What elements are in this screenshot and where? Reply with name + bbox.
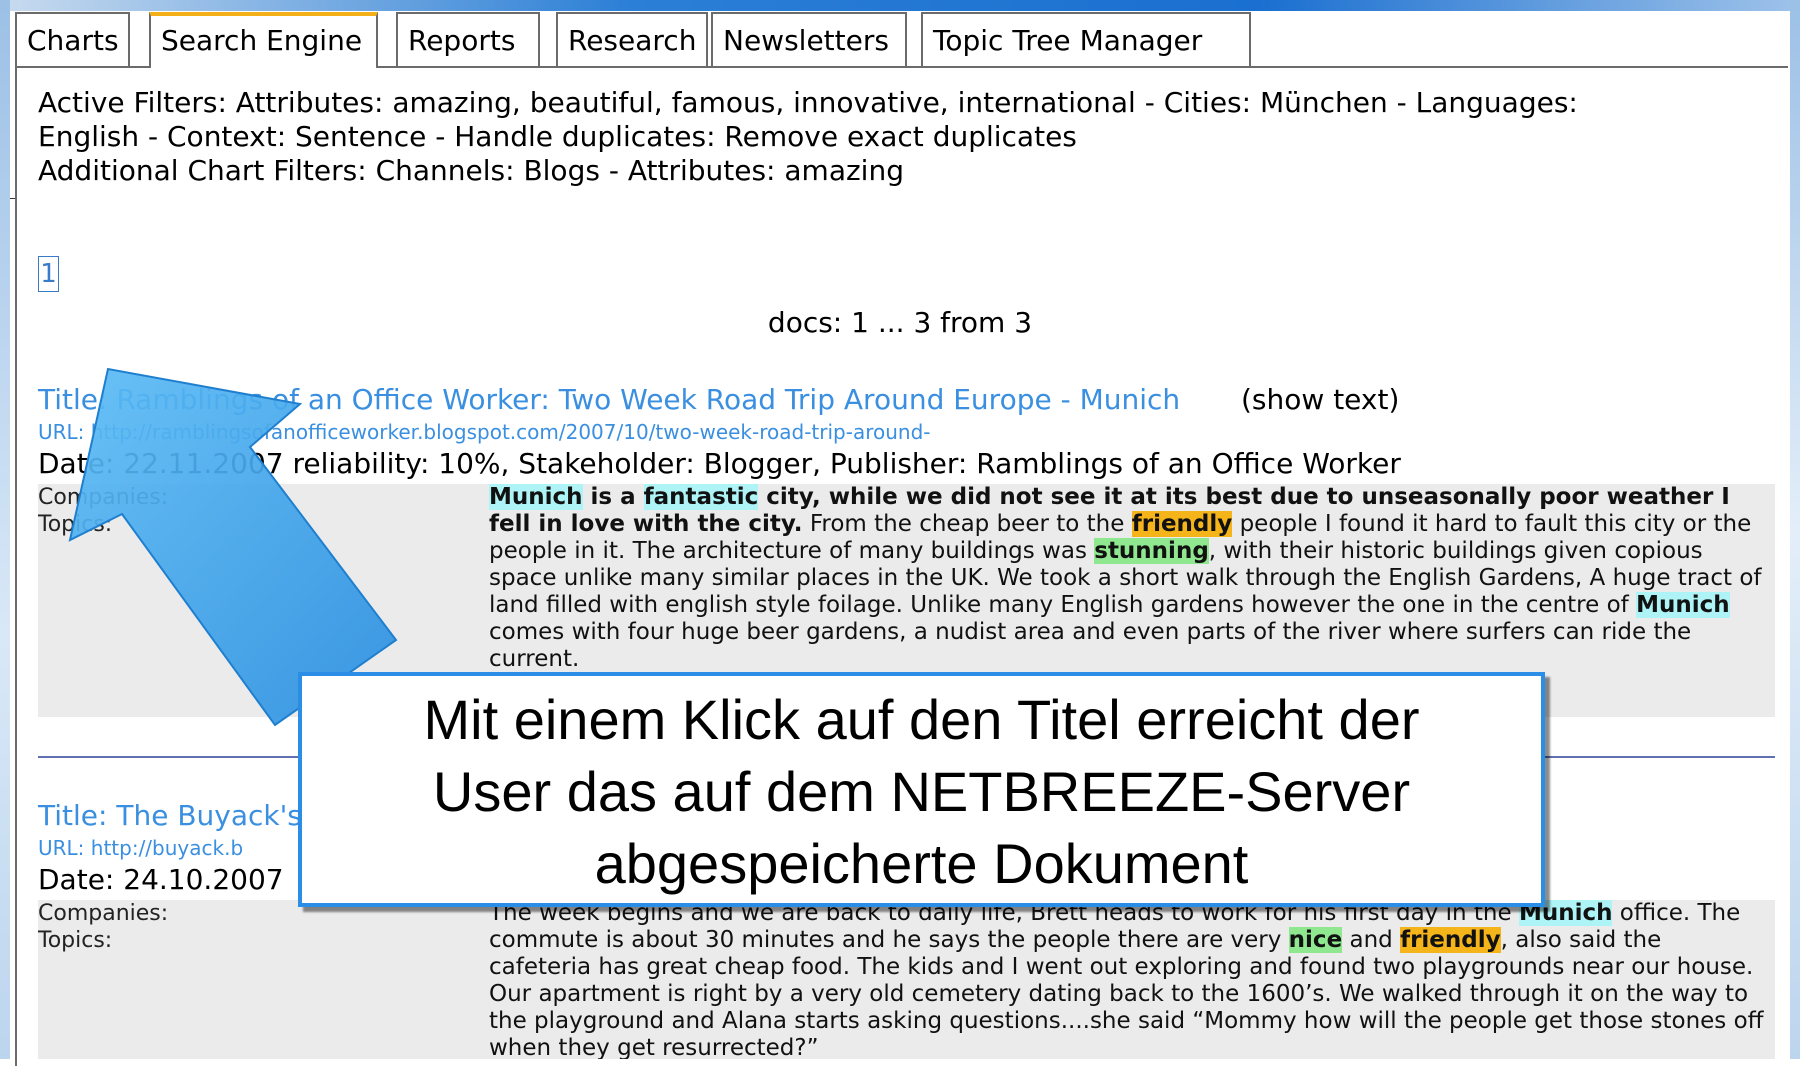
tab-reports[interactable]: Reports [396,12,540,66]
topics-label: Topics: [38,928,113,953]
attribute-highlight: stunning [1094,538,1209,564]
window-top-accent [0,0,1800,11]
page-link[interactable]: 1 [38,256,59,292]
doc-labels: Companies: Topics: [38,484,168,538]
tab-newsletters[interactable]: Newsletters [711,12,907,66]
filters-line-2: English - Context: Sentence - Handle dup… [38,120,1077,153]
doc-snippet: The week begins and we are back to daily… [489,900,1769,1059]
topics-label: Topics: [38,512,113,537]
companies-label: Companies: [38,485,169,510]
tab-search-engine[interactable]: Search Engine [149,12,378,66]
doc-meta: Date: 22.11.2007 reliability: 10%, Stake… [38,447,1401,480]
doc-title-link[interactable]: Title: Ramblings of an Office Worker: Tw… [38,383,1180,416]
active-filters: Active Filters: Attributes: amazing, bea… [38,86,1758,188]
snippet-text: From the cheap beer to the [802,511,1132,537]
annotation-callout: Mit einem Klick auf den Titel erreicht d… [298,672,1545,907]
attribute-highlight: friendly [1131,511,1233,537]
keyword-highlight: Munich [1636,592,1730,618]
callout-line-1: Mit einem Klick auf den Titel erreicht d… [423,688,1420,751]
show-text-link[interactable]: (show text) [1241,383,1399,416]
tab-research[interactable]: Research [556,12,708,66]
callout-line-3: abgespeicherte Dokument [594,832,1249,895]
keyword-highlight: Munich [489,484,583,510]
companies-label: Companies: [38,901,169,926]
attribute-highlight: friendly [1400,927,1501,953]
snippet-text: and [1342,927,1401,953]
attribute-highlight: nice [1288,927,1343,953]
doc-title-link[interactable]: Title: The Buyack's [38,799,302,832]
filters-line-3: Additional Chart Filters: Channels: Blog… [38,154,904,187]
callout-line-2: User das auf dem NETBREEZE-Server [432,760,1411,823]
snippet-text: is a [582,484,644,510]
window-right-edge [1790,0,1800,1059]
snippet-text: comes with four huge beer gardens, a nud… [489,619,1692,672]
window-left-edge [0,0,10,1059]
tab-topic-tree-manager[interactable]: Topic Tree Manager [921,12,1251,66]
docs-count: docs: 1 ... 3 from 3 [767,306,1033,339]
doc-meta: Date: 24.10.2007 [38,863,284,896]
keyword-highlight: fantastic [643,484,759,510]
doc-url-link[interactable]: URL: http://ramblingsofanofficeworker.bl… [38,420,930,444]
doc-snippet: Munich is a fantastic city, while we did… [489,484,1769,673]
active-tab-gap [151,66,376,69]
filters-line-1: Active Filters: Attributes: amazing, bea… [38,86,1578,119]
doc-labels: Companies: Topics: [38,900,168,954]
doc-url-link[interactable]: URL: http://buyack.b [38,836,243,860]
tab-charts[interactable]: Charts [15,12,130,66]
doc-details: Companies: Topics: The week begins and w… [38,900,1775,1059]
